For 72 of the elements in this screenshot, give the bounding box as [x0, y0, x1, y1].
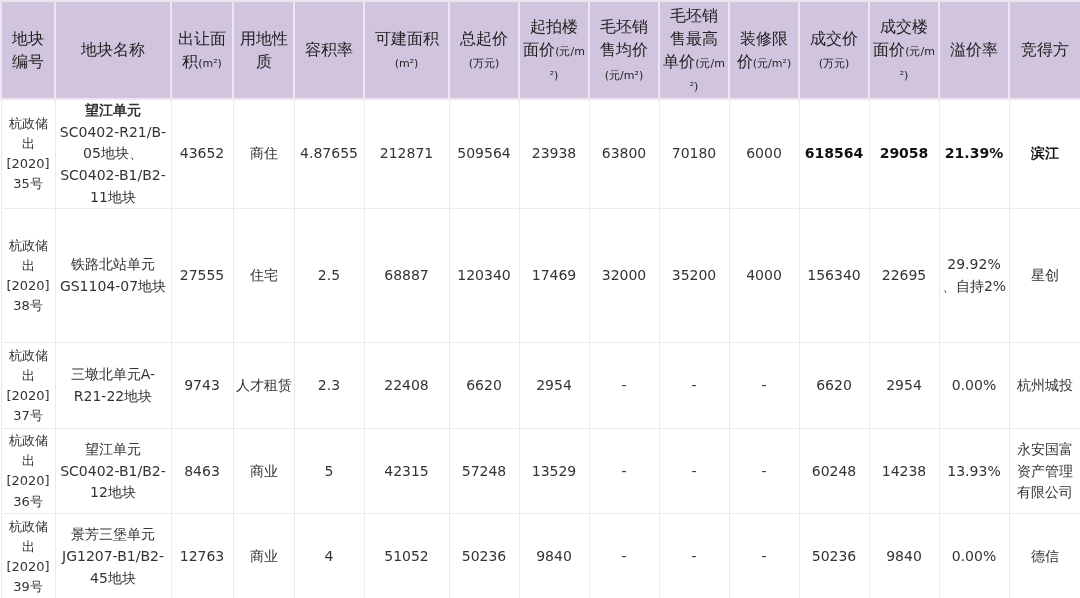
table-cell: 9743: [171, 342, 233, 429]
table-cell: 13.93%: [939, 428, 1009, 514]
table-cell: 63800: [589, 99, 659, 209]
table-cell: 2954: [519, 342, 589, 429]
table-cell: 212871: [364, 99, 449, 209]
table-cell: 人才租赁: [233, 342, 294, 429]
table-cell: 住宅: [233, 208, 294, 343]
column-header: 毛坯销售最高单价(元/m²): [659, 1, 729, 99]
column-header: 可建面积 (m²): [364, 1, 449, 99]
table-cell: -: [659, 342, 729, 429]
column-header: 容积率: [294, 1, 364, 99]
table-cell: 23938: [519, 99, 589, 209]
table-cell: 32000: [589, 208, 659, 343]
table-cell: 14238: [869, 428, 939, 514]
table-cell: 43652: [171, 99, 233, 209]
table-cell: 509564: [449, 99, 519, 209]
table-cell: 5: [294, 428, 364, 514]
table-cell: 杭政储出[2020]35号: [1, 99, 55, 209]
table-cell: 120340: [449, 208, 519, 343]
column-header: 起拍楼面价(元/m²): [519, 1, 589, 99]
column-header: 成交价 (万元): [799, 1, 869, 99]
table-cell: 57248: [449, 428, 519, 514]
table-cell: -: [589, 428, 659, 514]
table-cell: -: [589, 342, 659, 429]
table-cell: 618564: [799, 99, 869, 209]
column-header: 成交楼面价(元/m²): [869, 1, 939, 99]
column-header: 溢价率: [939, 1, 1009, 99]
table-cell: 望江单元 SC0402-R21/B-05地块、SC0402-B1/B2-11地块: [55, 99, 171, 209]
table-cell: 27555: [171, 208, 233, 343]
table-cell: 29.92%、自持2%: [939, 208, 1009, 343]
table-cell: 70180: [659, 99, 729, 209]
table-cell: 35200: [659, 208, 729, 343]
column-header: 毛坯销售均价 (元/m²): [589, 1, 659, 99]
table-cell: 13529: [519, 428, 589, 514]
table-cell: -: [659, 428, 729, 514]
table-cell: -: [729, 428, 799, 514]
table-cell: -: [729, 342, 799, 429]
table-cell: 0.00%: [939, 342, 1009, 429]
table-cell: 6620: [449, 342, 519, 429]
column-header: 出让面积(m²): [171, 1, 233, 99]
column-header: 地块编号: [1, 1, 55, 99]
table-cell: 42315: [364, 428, 449, 514]
table-cell: 2.5: [294, 208, 364, 343]
column-header: 竞得方: [1009, 1, 1080, 99]
column-header: 地块名称: [55, 1, 171, 99]
table-cell: 60248: [799, 428, 869, 514]
table-cell: 4000: [729, 208, 799, 343]
table-cell: 8463: [171, 428, 233, 514]
table-cell: 22408: [364, 342, 449, 429]
table-cell: 17469: [519, 208, 589, 343]
table-cell: 望江单元 SC0402-B1/B2-12地块: [55, 428, 171, 514]
table-cell: 杭政储出[2020]39号: [1, 513, 55, 598]
table-cell: 21.39%: [939, 99, 1009, 209]
table-cell: 4.87655: [294, 99, 364, 209]
column-header: 装修限价(元/m²): [729, 1, 799, 99]
table-cell: 杭政储出[2020]36号: [1, 428, 55, 514]
table-cell: 杭政储出[2020]37号: [1, 342, 55, 429]
column-header: 用地性质: [233, 1, 294, 99]
table-cell: 商住: [233, 99, 294, 209]
table-cell: 商业: [233, 428, 294, 514]
table-cell: 6620: [799, 342, 869, 429]
table-cell: 68887: [364, 208, 449, 343]
table-cell: 6000: [729, 99, 799, 209]
table-cell: 铁路北站单元 GS1104-07地块: [55, 208, 171, 343]
table-cell: 2.3: [294, 342, 364, 429]
table-cell: 三墩北单元A-R21-22地块: [55, 342, 171, 429]
table-cell: 156340: [799, 208, 869, 343]
column-header: 总起价 (万元): [449, 1, 519, 99]
table-cell: 29058: [869, 99, 939, 209]
table-cell: 2954: [869, 342, 939, 429]
table-cell: 杭政储出[2020]38号: [1, 208, 55, 343]
table-cell: 22695: [869, 208, 939, 343]
